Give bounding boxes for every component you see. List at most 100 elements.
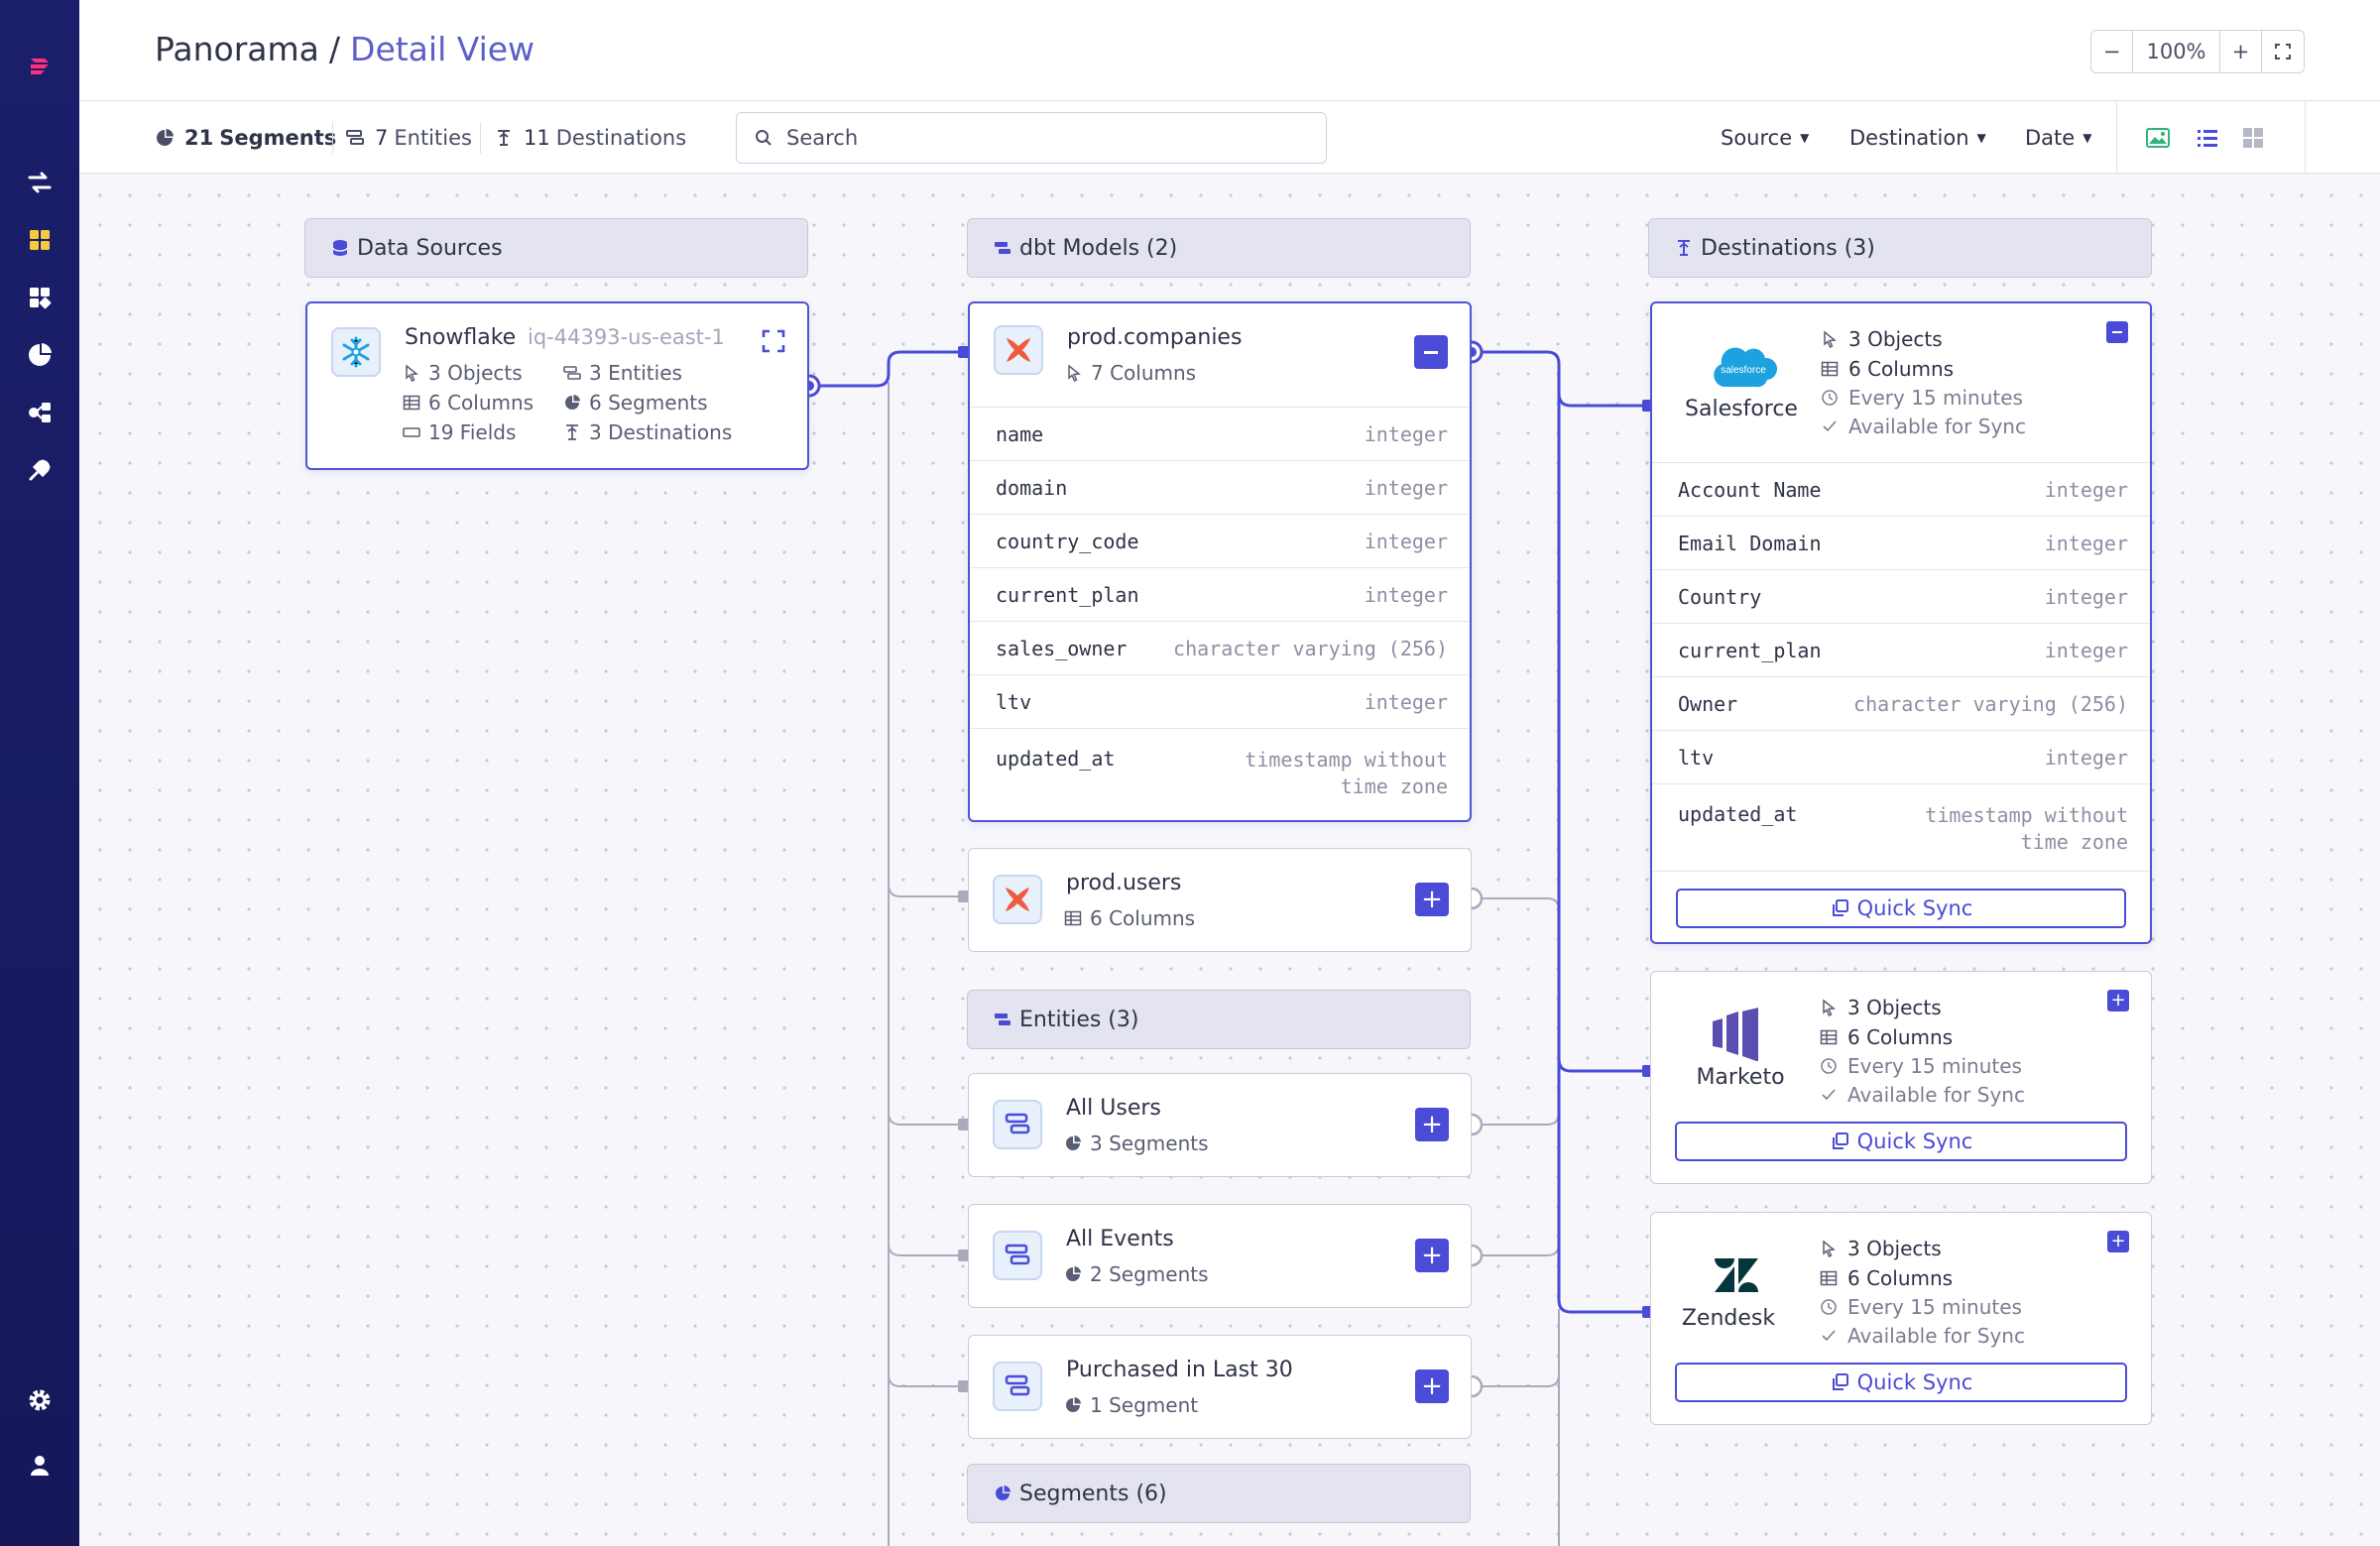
- destination-card-salesforce[interactable]: salesforce Salesforce 3 Objects 6 Column…: [1650, 301, 2152, 944]
- model-card-prod-companies[interactable]: prod.companies 7 Columns name integer dom…: [968, 301, 1472, 822]
- apps-icon[interactable]: [20, 278, 60, 317]
- copy-icon: [1832, 1373, 1848, 1390]
- salesforce-logo: salesforce: [1708, 343, 1779, 397]
- field-name: Email Domain: [1678, 531, 1822, 555]
- copy-icon: [1832, 899, 1848, 916]
- quick-sync-button[interactable]: Quick Sync: [1675, 1363, 2127, 1402]
- sync-icon[interactable]: [20, 163, 60, 202]
- expand-button[interactable]: +: [1415, 883, 1449, 916]
- destination-card-marketo[interactable]: Marketo 3 Objects 6 Columns Every 15 min…: [1650, 971, 2152, 1184]
- dbt-logo: [994, 325, 1043, 375]
- settings-icon[interactable]: [20, 1380, 60, 1420]
- destinations-count: 11: [524, 126, 550, 150]
- user-profile-icon[interactable]: [20, 1446, 60, 1486]
- expand-button[interactable]: +: [2107, 1231, 2129, 1252]
- destination-name: Salesforce: [1685, 397, 1798, 421]
- source-segments-label: 6 Segments: [589, 391, 708, 415]
- quick-sync-button[interactable]: Quick Sync: [1676, 889, 2126, 928]
- entities-icon[interactable]: [20, 393, 60, 432]
- segments-count: 21: [184, 126, 214, 150]
- expand-button[interactable]: +: [1415, 1239, 1449, 1272]
- column-row: domain integer: [970, 460, 1470, 514]
- model-card-prod-users[interactable]: prod.users 6 Columns +: [968, 848, 1472, 952]
- dbt-models-group-header[interactable]: dbt Models (2): [967, 218, 1471, 278]
- segments-icon: [565, 395, 580, 410]
- destinations-stat[interactable]: 11 Destinations: [494, 126, 686, 150]
- entity-segments-label: 2 Segments: [1090, 1262, 1209, 1286]
- segments-title: Segments (6): [1019, 1481, 1167, 1506]
- destination-objects-label: 3 Objects: [1847, 996, 1942, 1019]
- divider: [480, 122, 481, 154]
- integrations-icon[interactable]: [20, 450, 60, 490]
- field-type: timestamp without time zone: [1925, 803, 2128, 854]
- copy-icon: [1832, 1132, 1848, 1149]
- search-placeholder: Search: [786, 126, 859, 150]
- segments-icon[interactable]: [20, 335, 60, 375]
- app-logo-icon[interactable]: [20, 46, 60, 85]
- table-icon: [1064, 910, 1082, 926]
- entity-card-purchased-last-30[interactable]: Purchased in Last 30 1 Segment +: [968, 1335, 1472, 1439]
- list-icon: [2198, 130, 2217, 147]
- breadcrumb-root[interactable]: Panorama: [155, 30, 319, 68]
- expand-button[interactable]: +: [1415, 1369, 1449, 1403]
- view-list-button[interactable]: [2194, 124, 2221, 152]
- zoom-control: − 100% +: [2090, 30, 2305, 73]
- entity-icon: [1005, 1374, 1030, 1396]
- entity-name: Purchased in Last 30: [1066, 1358, 1293, 1382]
- destination-status: Available for Sync: [1821, 415, 2026, 438]
- destination-filter[interactable]: Destination ▼: [1849, 126, 1986, 150]
- source-name: Snowflake: [405, 325, 517, 350]
- fullscreen-icon: [2275, 44, 2291, 59]
- table-icon: [1820, 1270, 1838, 1286]
- zoom-in-button[interactable]: +: [2220, 31, 2262, 72]
- expand-button[interactable]: [762, 329, 785, 357]
- destinations-label: Destinations: [555, 126, 687, 150]
- source-objects: 3 Objects: [403, 361, 523, 385]
- minus-icon: [2112, 331, 2122, 333]
- destination-columns-label: 6 Columns: [1847, 1025, 1954, 1049]
- column-row: name integer: [970, 407, 1470, 460]
- entities-group-header[interactable]: Entities (3): [967, 990, 1471, 1049]
- source-card-snowflake[interactable]: Snowflake iq-44393-us-east-1 3 Objects 3…: [305, 301, 809, 470]
- grid-icon: [2243, 128, 2263, 148]
- quick-sync-button[interactable]: Quick Sync: [1675, 1122, 2127, 1161]
- entity-card-all-users[interactable]: All Users 3 Segments +: [968, 1073, 1472, 1177]
- date-filter[interactable]: Date ▼: [2025, 126, 2091, 150]
- marketo-icon: [1713, 1008, 1758, 1062]
- source-filter[interactable]: Source ▼: [1721, 126, 1809, 150]
- entity-segments: 2 Segments: [1064, 1262, 1209, 1286]
- expand-icon: [762, 329, 785, 353]
- field-row: Owner character varying (256): [1652, 676, 2150, 730]
- segments-stat[interactable]: 21 Segments: [155, 126, 336, 150]
- segments-icon: [996, 1486, 1011, 1500]
- chevron-down-icon: ▼: [1976, 131, 1986, 145]
- entities-label: Entities: [394, 126, 472, 150]
- destination-columns: 6 Columns: [1821, 357, 1954, 381]
- entity-card-all-events[interactable]: All Events 2 Segments +: [968, 1204, 1472, 1308]
- zoom-out-button[interactable]: −: [2091, 31, 2133, 72]
- breadcrumb-current: Detail View: [350, 30, 536, 68]
- segments-group-header[interactable]: Segments (6): [967, 1464, 1471, 1523]
- field-type: integer: [2044, 745, 2128, 770]
- destination-schedule: Every 15 minutes: [1820, 1295, 2022, 1319]
- column-row: ltv integer: [970, 674, 1470, 728]
- panorama-icon[interactable]: [20, 220, 60, 260]
- entity-icon: [1005, 1113, 1030, 1134]
- entity-icon: [563, 366, 581, 380]
- divider: [2116, 102, 2117, 174]
- destinations-group-header[interactable]: Destinations (3): [1648, 218, 2152, 278]
- destination-columns-label: 6 Columns: [1848, 357, 1955, 381]
- search-input[interactable]: Search: [736, 112, 1327, 164]
- fullscreen-button[interactable]: [2262, 31, 2304, 72]
- breadcrumb-separator: /: [328, 30, 341, 68]
- destination-card-zendesk[interactable]: Zendesk 3 Objects 6 Columns Every 15 min…: [1650, 1212, 2152, 1425]
- collapse-button[interactable]: [2106, 321, 2128, 343]
- expand-button[interactable]: +: [2107, 990, 2129, 1011]
- collapse-button[interactable]: [1414, 335, 1448, 369]
- view-image-button[interactable]: [2144, 124, 2172, 152]
- view-grid-button[interactable]: [2239, 124, 2267, 152]
- expand-button[interactable]: +: [1415, 1108, 1449, 1141]
- marketo-logo: [1711, 1008, 1760, 1065]
- entities-stat[interactable]: 7 Entities: [345, 126, 472, 150]
- data-sources-group-header[interactable]: Data Sources: [304, 218, 808, 278]
